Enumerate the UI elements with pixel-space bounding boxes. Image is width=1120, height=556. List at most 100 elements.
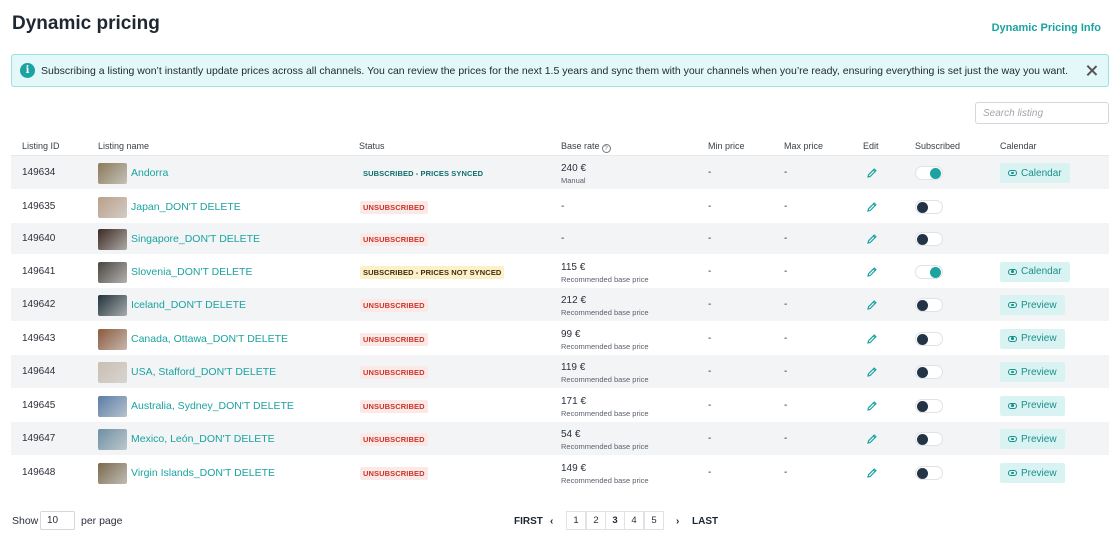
listing-name-link[interactable]: Canada, Ottawa_DON'T DELETE [131, 333, 288, 345]
status-badge: UNSUBSCRIBED [360, 299, 428, 312]
action-label: Calendar [1021, 167, 1062, 179]
status-badge: SUBSCRIBED - PRICES SYNCED [363, 169, 484, 178]
listing-name-link[interactable]: Mexico, León_DON'T DELETE [131, 433, 275, 445]
search-input[interactable] [975, 102, 1109, 124]
table-row: 149635 Japan_DON'T DELETE UNSUBSCRIBED - - - [11, 191, 1109, 223]
table-header: Listing ID Listing name Status Base rate… [11, 137, 1109, 156]
pencil-icon[interactable] [866, 366, 878, 378]
col-status: Status [359, 141, 385, 151]
dynamic-pricing-info-link[interactable]: Dynamic Pricing Info [992, 22, 1101, 34]
page-button[interactable]: 3 [605, 511, 625, 530]
calendar-button[interactable]: Calendar [1000, 261, 1070, 282]
pencil-icon[interactable] [866, 333, 878, 345]
eye-icon [1008, 268, 1017, 275]
min-price: - [708, 201, 712, 212]
first-page-button[interactable]: FIRST [514, 516, 543, 527]
min-price: - [708, 433, 712, 444]
chevron-left-icon[interactable]: ‹ [550, 516, 553, 527]
eye-icon [1008, 170, 1017, 176]
base-rate-note: Recommended base price [561, 308, 649, 317]
subscribed-toggle[interactable] [915, 365, 943, 379]
pencil-icon[interactable] [866, 233, 878, 245]
listing-thumbnail [98, 229, 127, 250]
pencil-icon[interactable] [866, 467, 878, 479]
page-button[interactable]: 1 [566, 511, 586, 530]
listing-name-link[interactable]: Singapore_DON'T DELETE [131, 233, 260, 245]
subscribed-toggle[interactable] [915, 166, 943, 180]
listing-id: 149647 [22, 433, 56, 444]
listing-thumbnail [98, 197, 127, 218]
subscribed-toggle[interactable] [915, 331, 943, 346]
listing-thumbnail [98, 463, 127, 484]
listing-name-link[interactable]: Japan_DON'T DELETE [131, 201, 241, 213]
pencil-icon[interactable] [866, 400, 878, 412]
max-price: - [784, 201, 788, 212]
toggle-knob [917, 333, 928, 345]
pencil-icon[interactable] [866, 201, 878, 213]
subscribed-toggle[interactable] [915, 264, 943, 279]
action-label: Preview [1021, 299, 1057, 311]
preview-button[interactable]: Preview [1000, 429, 1065, 449]
base-rate: 240 € [561, 163, 587, 174]
preview-button[interactable]: Preview [1000, 463, 1065, 483]
table-row: 149641 Slovenia_DON'T DELETE SUBSCRIBED - … [11, 255, 1109, 288]
subscribed-toggle[interactable] [915, 298, 943, 312]
pencil-icon[interactable] [866, 167, 878, 179]
table-row: 149642 Iceland_DON'T DELETE UNSUBSCRIBED 21… [11, 288, 1109, 322]
listing-id: 149642 [22, 299, 56, 310]
per-page-select[interactable]: 10 [40, 511, 75, 530]
listing-name-link[interactable]: Slovenia_DON'T DELETE [131, 266, 252, 278]
subscribed-toggle[interactable] [915, 200, 943, 214]
toggle-knob [917, 434, 928, 445]
status-badge: UNSUBSCRIBED [360, 433, 428, 446]
page-button[interactable]: 5 [644, 511, 664, 530]
close-icon[interactable] [1084, 63, 1100, 79]
page-button[interactable]: 2 [586, 511, 606, 530]
base-rate: 99 € [561, 328, 581, 340]
listing-name-link[interactable]: Australia, Sydney_DON'T DELETE [131, 400, 294, 412]
status-badge: UNSUBSCRIBED [360, 399, 428, 413]
listing-name-link[interactable]: Andorra [131, 167, 168, 179]
calendar-button[interactable]: Calendar [1000, 163, 1070, 183]
listing-name-link[interactable]: Virgin Islands_DON'T DELETE [131, 467, 275, 479]
listing-id: 149635 [22, 201, 56, 212]
listing-id: 149644 [22, 366, 56, 377]
listing-name-link[interactable]: Iceland_DON'T DELETE [131, 299, 246, 311]
col-subscribed: Subscribed [915, 141, 961, 151]
min-price: - [708, 299, 712, 310]
base-rate: 54 € [561, 429, 581, 440]
table-row: 149643 Canada, Ottawa_DON'T DELETE UNSUBSC… [11, 322, 1109, 355]
action-label: Preview [1021, 400, 1057, 411]
last-page-button[interactable]: LAST [692, 516, 718, 527]
info-banner: i Subscribing a listing won’t instantly … [11, 54, 1109, 87]
listing-thumbnail [98, 261, 127, 283]
action-label: Preview [1021, 433, 1057, 445]
base-rate: 212 € [561, 295, 587, 306]
pencil-icon[interactable] [866, 299, 878, 311]
help-icon[interactable]: ? [601, 144, 611, 153]
preview-button[interactable]: Preview [1000, 295, 1065, 315]
subscribed-toggle[interactable] [915, 398, 943, 413]
listing-name-link[interactable]: USA, Stafford_DON'T DELETE [131, 366, 276, 378]
pencil-icon[interactable] [866, 433, 878, 445]
max-price: - [784, 366, 788, 377]
subscribed-toggle[interactable] [915, 232, 943, 246]
preview-button[interactable]: Preview [1000, 328, 1065, 349]
subscribed-toggle[interactable] [915, 466, 943, 480]
pencil-icon[interactable] [866, 266, 878, 278]
base-rate-note: Recommended base price [561, 341, 649, 351]
min-price: - [708, 399, 712, 411]
toggle-knob [917, 400, 928, 412]
preview-button[interactable]: Preview [1000, 362, 1065, 382]
preview-button[interactable]: Preview [1000, 395, 1065, 416]
subscribed-toggle[interactable] [915, 432, 943, 446]
col-calendar: Calendar [1000, 141, 1037, 151]
chevron-right-icon[interactable]: › [676, 516, 679, 527]
toggle-knob [930, 168, 941, 179]
action-label: Preview [1021, 366, 1057, 378]
col-listing-id: Listing ID [22, 141, 60, 151]
base-rate: 171 € [561, 395, 587, 407]
page-button[interactable]: 4 [624, 511, 644, 530]
min-price: - [708, 366, 712, 377]
base-rate-note: Manual [561, 176, 586, 185]
